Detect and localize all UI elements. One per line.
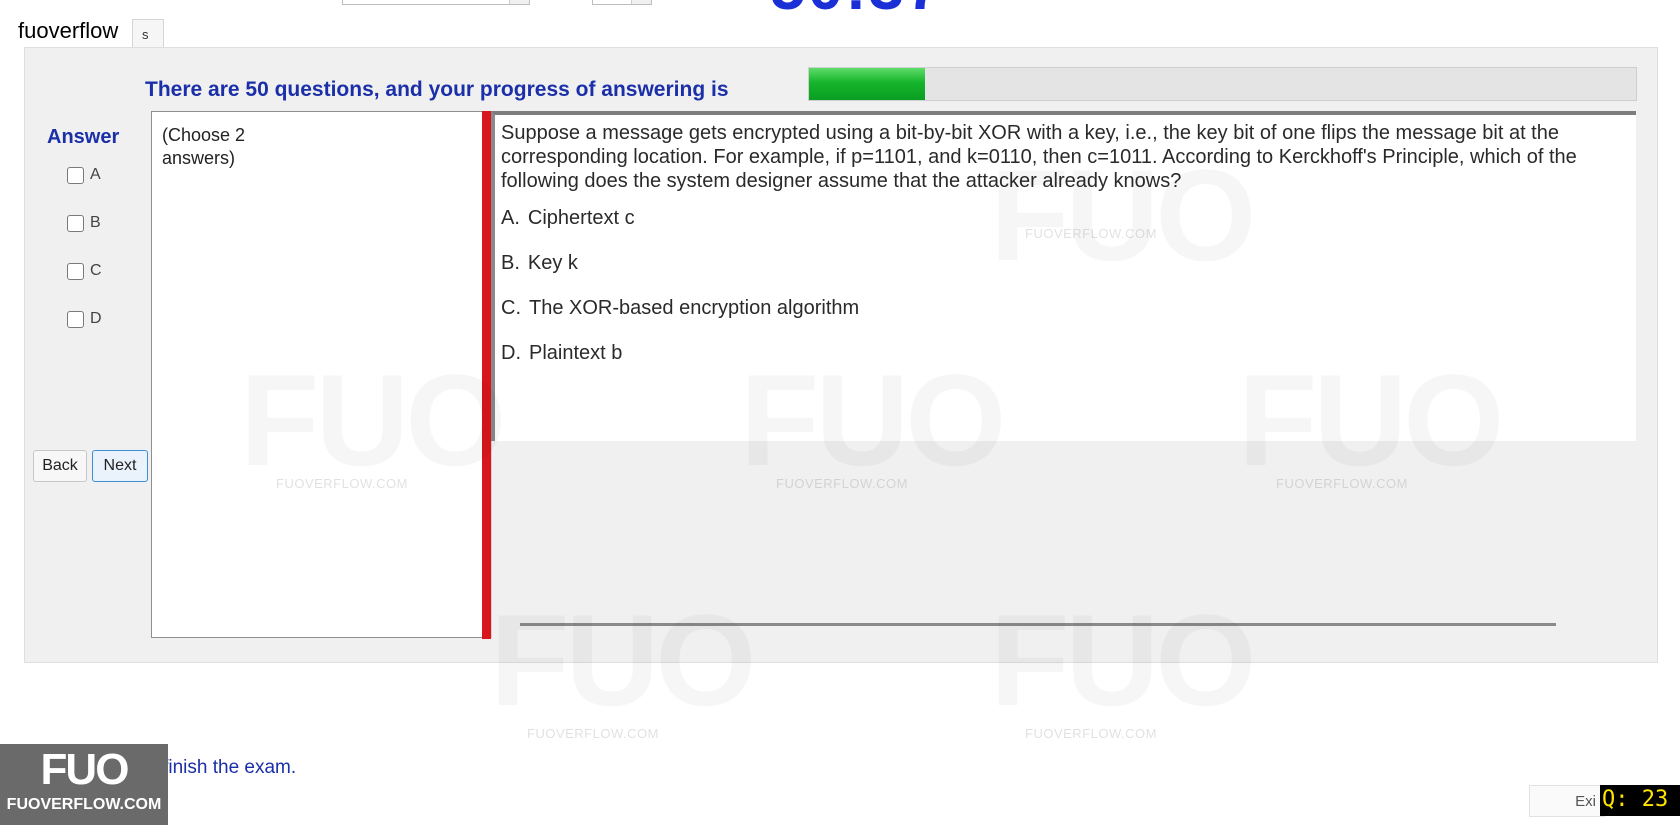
question-number-badge: Q: 23 bbox=[1600, 785, 1680, 816]
progress-bar bbox=[808, 67, 1637, 101]
progress-fill bbox=[809, 68, 925, 100]
answer-option-d[interactable]: D bbox=[67, 310, 102, 328]
option-label-d: D bbox=[90, 310, 102, 327]
option-label-b: B bbox=[90, 214, 101, 231]
fuo-logo: FUO FUOVERFLOW.COM bbox=[0, 744, 168, 825]
back-button[interactable]: Back bbox=[33, 450, 87, 482]
option-label-c: C bbox=[90, 262, 102, 279]
dropdown-arrow-icon[interactable] bbox=[631, 0, 651, 4]
logo-site: FUOVERFLOW.COM bbox=[6, 796, 162, 813]
choice-letter: C. bbox=[501, 297, 521, 319]
watermark-logo: FUO bbox=[990, 585, 1252, 735]
top-field-right[interactable] bbox=[592, 0, 652, 5]
dropdown-arrow-icon[interactable] bbox=[509, 0, 529, 4]
watermark-logo: FUO bbox=[240, 345, 502, 495]
checkbox-c[interactable] bbox=[67, 262, 84, 280]
checkbox-a[interactable] bbox=[67, 166, 84, 184]
watermark-site: FUOVERFLOW.COM bbox=[1025, 226, 1157, 241]
choice-text: Ciphertext c bbox=[527, 207, 635, 229]
choose-hint: (Choose 2 answers) bbox=[162, 125, 246, 168]
watermark-site: FUOVERFLOW.COM bbox=[276, 476, 408, 491]
choice-text: Key k bbox=[527, 252, 578, 274]
watermark-logo: FUO bbox=[990, 140, 1252, 290]
choice-text: Plaintext b bbox=[529, 342, 623, 364]
choice-text: The XOR-based encryption algorithm bbox=[529, 297, 860, 319]
answer-option-a[interactable]: A bbox=[67, 166, 101, 184]
watermark-site: FUOVERFLOW.COM bbox=[1025, 726, 1157, 741]
choice-letter: D. bbox=[501, 342, 521, 364]
option-label-a: A bbox=[90, 166, 101, 183]
next-button[interactable]: Next bbox=[92, 450, 148, 482]
tab-button[interactable]: s bbox=[132, 19, 164, 47]
watermark-site: FUOVERFLOW.COM bbox=[527, 726, 659, 741]
countdown-timer: 50:37 bbox=[770, 0, 944, 24]
progress-label: There are 50 questions, and your progres… bbox=[145, 78, 729, 101]
choice-letter: B. bbox=[501, 252, 520, 274]
top-field-left[interactable] bbox=[342, 0, 530, 5]
choice-letter: A. bbox=[501, 207, 520, 229]
checkbox-d[interactable] bbox=[67, 310, 84, 328]
choice-c: C. The XOR-based encryption algorithm bbox=[501, 297, 1628, 320]
exit-button[interactable]: Exi bbox=[1529, 785, 1605, 817]
watermark-site: FUOVERFLOW.COM bbox=[1276, 476, 1408, 491]
answer-option-c[interactable]: C bbox=[67, 262, 102, 280]
brand-label: fuoverflow bbox=[18, 18, 119, 43]
answer-option-b[interactable]: B bbox=[67, 214, 101, 232]
watermark-logo: FUO bbox=[740, 345, 1002, 495]
checkbox-b[interactable] bbox=[67, 214, 84, 232]
logo-mark: FUO bbox=[40, 745, 130, 794]
watermark-logo: FUO bbox=[1238, 345, 1500, 495]
watermark-site: FUOVERFLOW.COM bbox=[776, 476, 908, 491]
watermark-logo: FUO bbox=[490, 585, 752, 735]
answer-title: Answer bbox=[47, 126, 120, 148]
